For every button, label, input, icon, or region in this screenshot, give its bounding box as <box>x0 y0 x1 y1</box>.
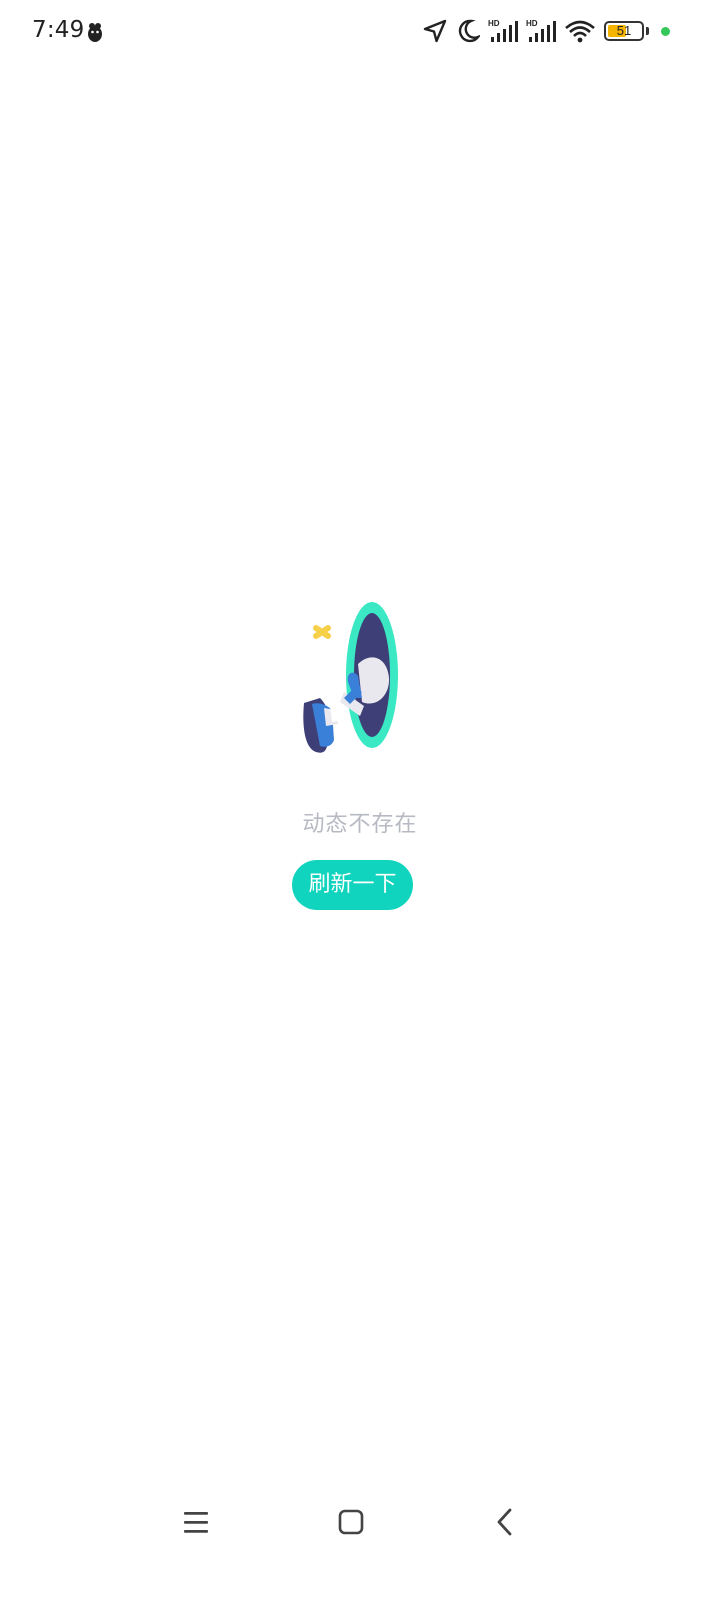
signal-hd-icon: HD <box>488 18 518 44</box>
home-icon[interactable] <box>331 1502 371 1542</box>
status-time: 7:49 <box>32 17 85 43</box>
app-notification-icon <box>86 20 104 44</box>
moon-icon <box>456 18 480 44</box>
status-icons: HD HD 51 <box>422 18 670 44</box>
wifi-icon <box>564 18 596 44</box>
active-dot <box>661 26 670 36</box>
battery-level: 51 <box>616 23 632 38</box>
empty-message: 动态不存在 <box>302 812 418 837</box>
location-icon <box>422 18 448 44</box>
svg-text:HD: HD <box>488 19 500 28</box>
navigation-bar <box>0 1490 720 1570</box>
refresh-button[interactable]: 刷新一下 <box>292 860 413 910</box>
battery-icon: 51 <box>604 21 644 41</box>
battery-cap <box>646 27 649 35</box>
back-icon[interactable] <box>485 1502 525 1542</box>
svg-text:HD: HD <box>526 19 538 28</box>
status-bar: 7:49 HD HD 51 <box>0 0 720 64</box>
empty-illustration <box>292 600 412 765</box>
signal-hd-icon-2: HD <box>526 18 556 44</box>
menu-icon[interactable] <box>177 1502 217 1542</box>
